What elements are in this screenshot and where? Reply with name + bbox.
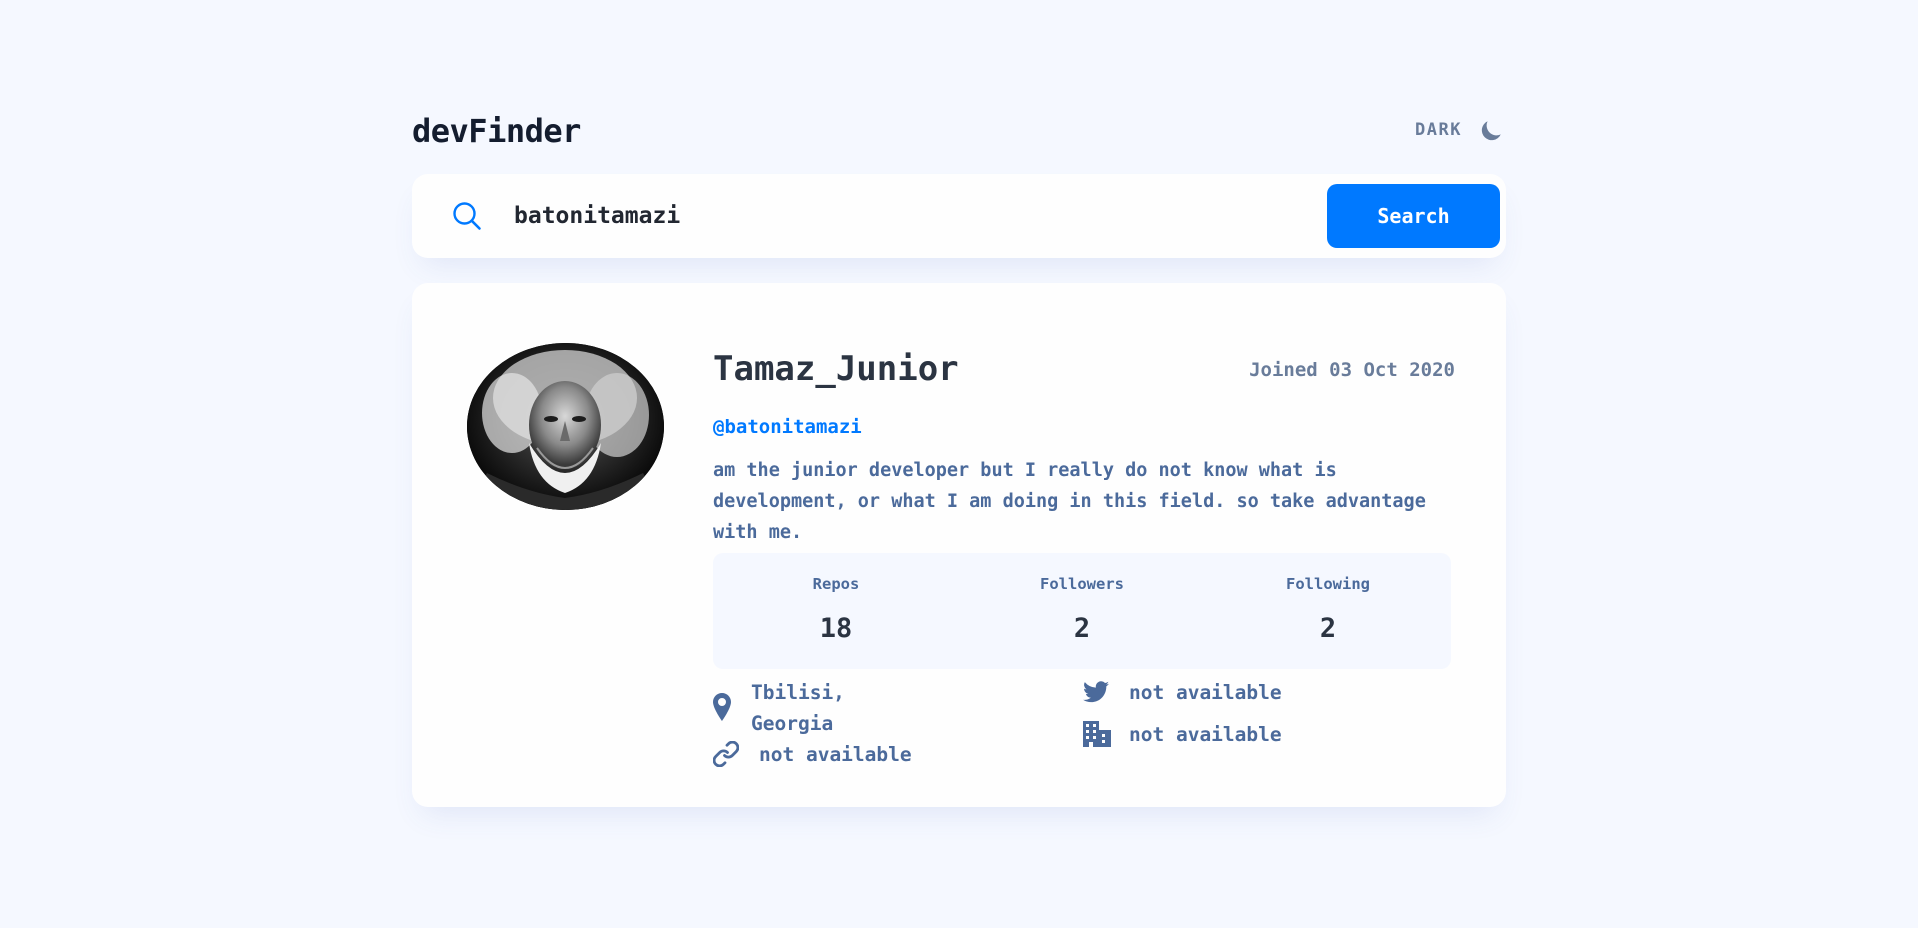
location-line-2: Georgia (751, 712, 834, 735)
link-icon (713, 741, 739, 767)
moon-icon (1481, 121, 1501, 141)
location-item: Tbilisi, Georgia (713, 677, 845, 739)
joined-date: Joined 03 Oct 2020 (1249, 359, 1455, 381)
company-item: not available (1083, 719, 1282, 750)
stat-label: Repos (812, 575, 860, 593)
blog-item[interactable]: not available (713, 739, 912, 770)
stat-value: 18 (819, 613, 853, 644)
stat-value: 2 (1073, 613, 1091, 644)
profile-bio: am the junior developer but I really do … (713, 460, 1426, 543)
stat-repos: Repos 18 (713, 553, 959, 669)
stat-value: 2 (1319, 613, 1337, 644)
building-icon (1083, 721, 1111, 747)
stats-panel: Repos 18 Followers 2 Following 2 (713, 553, 1451, 669)
avatar (467, 343, 664, 510)
company-text: not available (1129, 723, 1282, 746)
stat-label: Following (1286, 575, 1370, 593)
app-logo: devFinder (412, 112, 581, 150)
profile-links: Tbilisi, Georgia not available not avail… (713, 677, 1455, 787)
search-bar: Search (412, 174, 1506, 258)
theme-toggle-button[interactable]: DARK (1415, 116, 1506, 144)
blog-text: not available (759, 743, 912, 766)
stat-label: Followers (1040, 575, 1124, 593)
search-input[interactable] (512, 196, 1312, 236)
stat-following: Following 2 (1205, 553, 1451, 669)
twitter-text: not available (1129, 681, 1282, 704)
stat-followers: Followers 2 (959, 553, 1205, 669)
location-pin-icon (713, 693, 731, 721)
location-line-1: Tbilisi, (751, 681, 845, 704)
search-icon (453, 202, 481, 230)
twitter-item[interactable]: not available (1083, 677, 1282, 708)
search-button[interactable]: Search (1327, 184, 1500, 248)
profile-card: Tamaz_Junior Joined 03 Oct 2020 @batonit… (412, 283, 1506, 807)
theme-toggle-label: DARK (1415, 120, 1462, 140)
twitter-icon (1083, 681, 1109, 703)
profile-name: Tamaz_Junior (713, 349, 959, 389)
profile-login-link[interactable]: @batonitamazi (713, 416, 862, 438)
